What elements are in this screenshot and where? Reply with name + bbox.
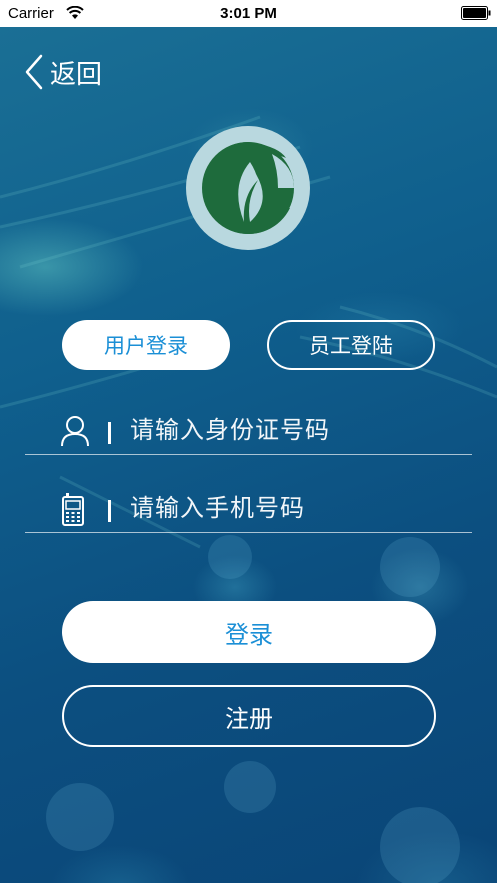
battery-icon xyxy=(461,6,491,20)
register-button-label: 注册 xyxy=(225,704,273,733)
login-button[interactable]: 登录 xyxy=(62,601,436,663)
tab-user-login-label: 用户登录 xyxy=(104,334,188,358)
phone-icon xyxy=(60,493,86,531)
tab-user-login[interactable]: 用户登录 xyxy=(62,320,230,370)
status-bar: Carrier 3:01 PM xyxy=(0,0,497,27)
chevron-left-icon xyxy=(25,54,43,90)
id-number-input[interactable] xyxy=(128,409,462,451)
register-button[interactable]: 注册 xyxy=(62,685,436,747)
login-button-label: 登录 xyxy=(225,620,273,649)
id-number-field xyxy=(25,405,472,455)
phone-number-input[interactable] xyxy=(128,487,462,529)
clock-time: 3:01 PM xyxy=(220,5,277,22)
leaf-logo-icon xyxy=(186,126,310,250)
tab-staff-login-label: 员工登陆 xyxy=(309,334,393,358)
tab-staff-login[interactable]: 员工登陆 xyxy=(267,320,435,370)
field-separator xyxy=(108,500,111,522)
phone-number-field xyxy=(25,483,472,533)
back-label: 返回 xyxy=(50,59,103,90)
user-icon xyxy=(60,415,90,451)
login-screen: Carrier 3:01 PM 返回 用户登录 员工登陆 请输入身份证号码 请输… xyxy=(0,0,497,883)
field-separator xyxy=(108,422,111,444)
back-button[interactable]: 返回 xyxy=(24,52,102,92)
